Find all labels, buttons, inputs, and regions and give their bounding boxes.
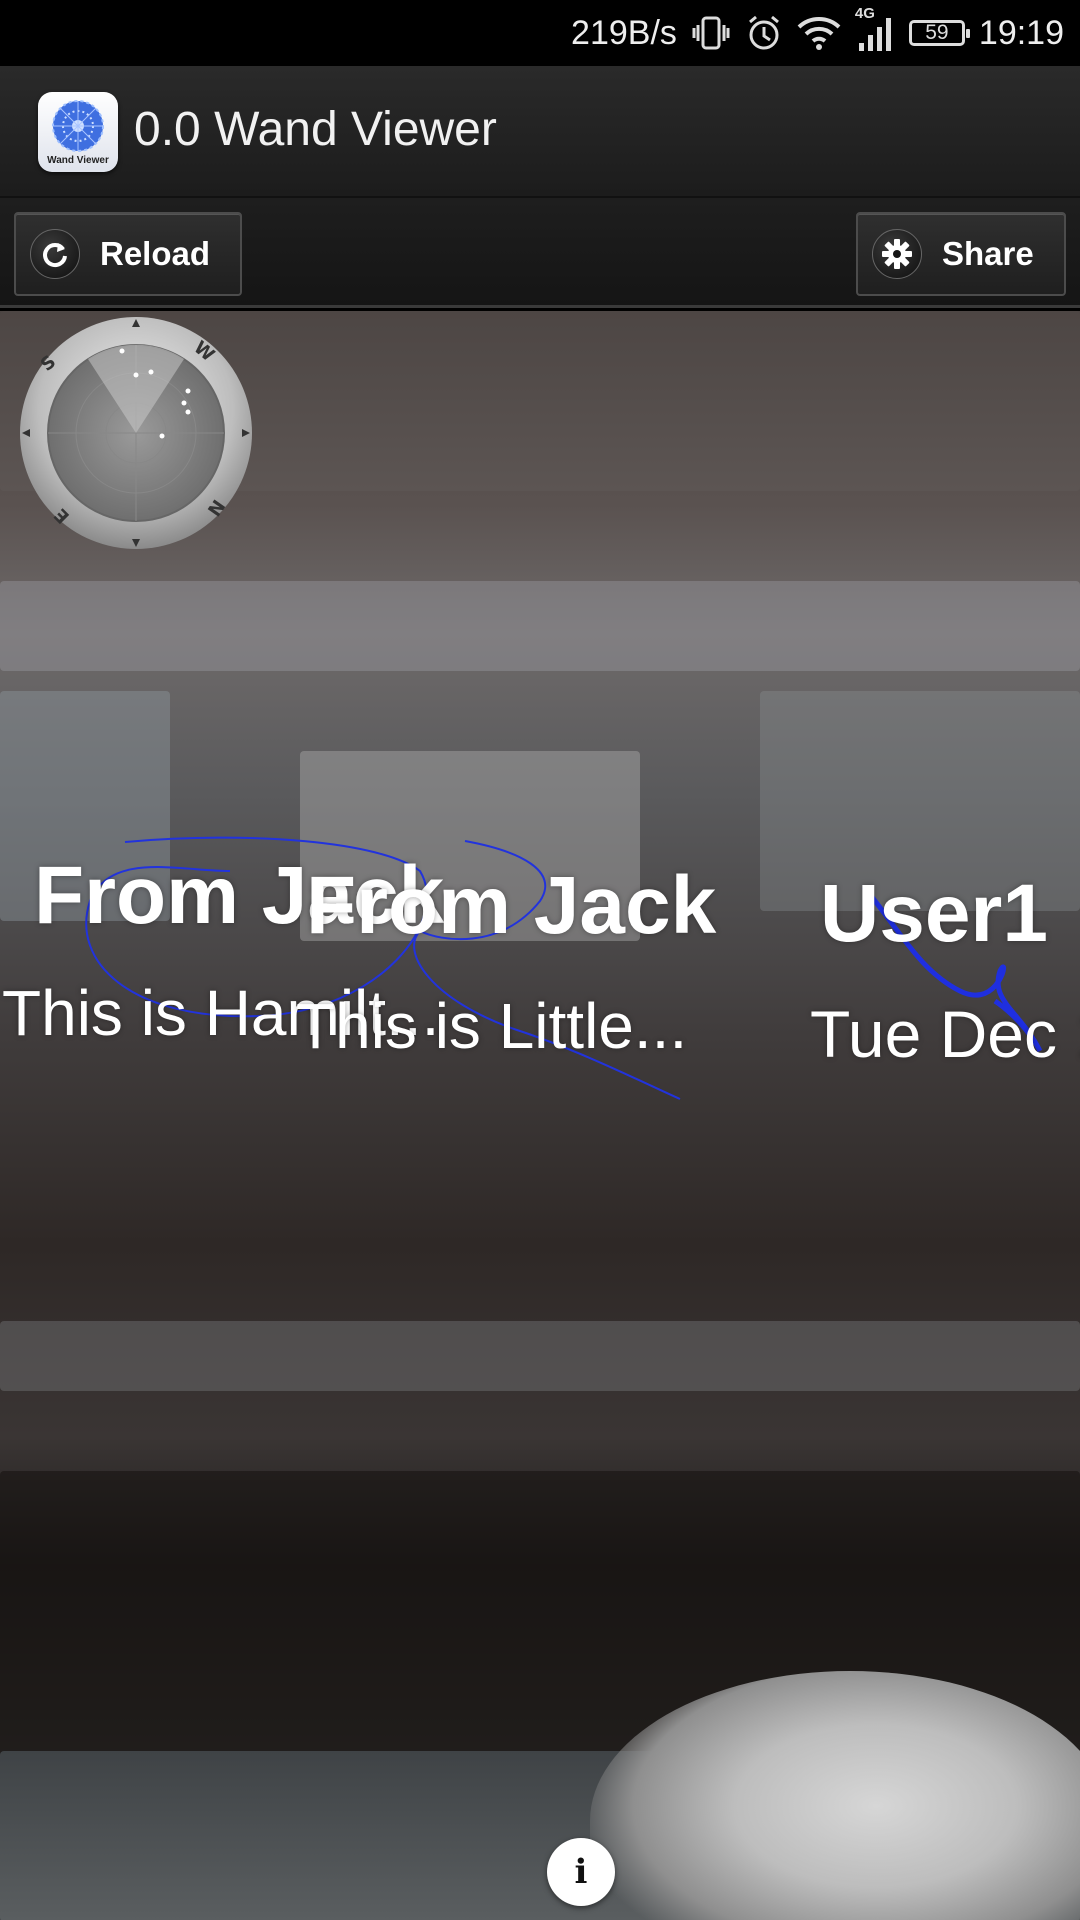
app-logo: Wand Viewer [38, 92, 118, 172]
radar-compass[interactable]: S W N E [18, 315, 254, 551]
gear-icon [872, 229, 922, 279]
action-bar: Wand Viewer 0.0 Wand Viewer [0, 66, 1080, 196]
info-button[interactable]: i [547, 1838, 615, 1906]
share-label: Share [942, 235, 1034, 272]
status-icons: 219B/s 4G 59 19:19 [571, 0, 1064, 66]
info-icon: i [574, 1852, 588, 1892]
status-bar: 219B/s 4G 59 19:19 [0, 0, 1080, 66]
reload-button[interactable]: Reload [14, 212, 242, 296]
clock: 19:19 [978, 13, 1064, 52]
camera-view[interactable]: From Jack This is Hamilt... From Jack Th… [0, 311, 1080, 1920]
ar-marker-subtitle: This is Little... [296, 990, 688, 1062]
alarm-icon [745, 14, 783, 52]
network-type-label: 4G [854, 5, 875, 22]
battery-level: 59 [925, 21, 949, 44]
share-button[interactable]: Share [856, 212, 1066, 296]
ar-marker-title[interactable]: From Jack [306, 859, 716, 953]
ar-marker-title[interactable]: User1 [820, 867, 1048, 961]
toolbar: Reload Share [0, 196, 1080, 308]
wifi-icon [797, 15, 841, 51]
ar-marker-subtitle: Tue Dec 13 0 [810, 997, 1080, 1071]
app-logo-text: Wand Viewer [47, 155, 109, 166]
refresh-icon [30, 229, 80, 279]
network-speed: 219B/s [571, 13, 677, 52]
battery-icon: 59 [908, 20, 970, 46]
signal-icon: 4G [855, 5, 895, 53]
reload-label: Reload [100, 235, 211, 272]
page-title: 0.0 Wand Viewer [134, 103, 497, 156]
vibrate-icon [691, 13, 731, 53]
drawing-overlay [85, 836, 1043, 1100]
